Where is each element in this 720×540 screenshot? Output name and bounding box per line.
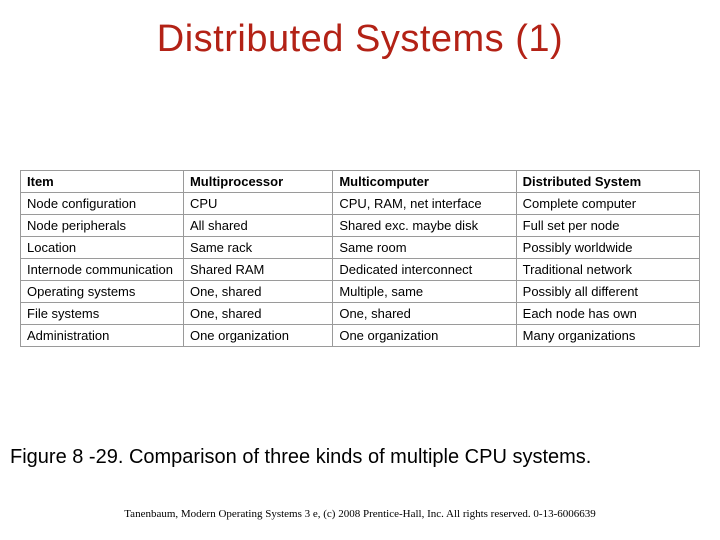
table-header-row: Item Multiprocessor Multicomputer Distri…	[21, 171, 700, 193]
slide: Distributed Systems (1) Item Multiproces…	[0, 0, 720, 540]
cell-mc: Same room	[333, 237, 516, 259]
table-row: Location Same rack Same room Possibly wo…	[21, 237, 700, 259]
table-row: Administration One organization One orga…	[21, 325, 700, 347]
table-row: Node configuration CPU CPU, RAM, net int…	[21, 193, 700, 215]
cell-mc: One organization	[333, 325, 516, 347]
table-header-multiprocessor: Multiprocessor	[183, 171, 332, 193]
figure-caption: Figure 8 -29. Comparison of three kinds …	[10, 446, 710, 469]
table-header-item: Item	[21, 171, 184, 193]
cell-mc: Multiple, same	[333, 281, 516, 303]
cell-ds: Full set per node	[516, 215, 699, 237]
cell-mp: One organization	[183, 325, 332, 347]
cell-item: Operating systems	[21, 281, 184, 303]
slide-title: Distributed Systems (1)	[0, 18, 720, 61]
comparison-table-wrap: Item Multiprocessor Multicomputer Distri…	[20, 170, 700, 347]
cell-ds: Possibly worldwide	[516, 237, 699, 259]
cell-mp: One, shared	[183, 281, 332, 303]
table-header-multicomputer: Multicomputer	[333, 171, 516, 193]
cell-mp: One, shared	[183, 303, 332, 325]
cell-item: File systems	[21, 303, 184, 325]
cell-mp: Same rack	[183, 237, 332, 259]
cell-mc: Shared exc. maybe disk	[333, 215, 516, 237]
cell-mc: Dedicated interconnect	[333, 259, 516, 281]
cell-mc: One, shared	[333, 303, 516, 325]
table-row: File systems One, shared One, shared Eac…	[21, 303, 700, 325]
cell-mc: CPU, RAM, net interface	[333, 193, 516, 215]
table-row: Internode communication Shared RAM Dedic…	[21, 259, 700, 281]
cell-mp: CPU	[183, 193, 332, 215]
cell-item: Node configuration	[21, 193, 184, 215]
cell-item: Administration	[21, 325, 184, 347]
cell-ds: Many organizations	[516, 325, 699, 347]
cell-ds: Complete computer	[516, 193, 699, 215]
cell-ds: Possibly all different	[516, 281, 699, 303]
cell-item: Internode communication	[21, 259, 184, 281]
cell-mp: All shared	[183, 215, 332, 237]
cell-item: Node peripherals	[21, 215, 184, 237]
slide-footer: Tanenbaum, Modern Operating Systems 3 e,…	[0, 508, 720, 520]
cell-ds: Traditional network	[516, 259, 699, 281]
table-header-distributed-system: Distributed System	[516, 171, 699, 193]
table-row: Operating systems One, shared Multiple, …	[21, 281, 700, 303]
cell-ds: Each node has own	[516, 303, 699, 325]
cell-item: Location	[21, 237, 184, 259]
comparison-table: Item Multiprocessor Multicomputer Distri…	[20, 170, 700, 347]
cell-mp: Shared RAM	[183, 259, 332, 281]
table-row: Node peripherals All shared Shared exc. …	[21, 215, 700, 237]
